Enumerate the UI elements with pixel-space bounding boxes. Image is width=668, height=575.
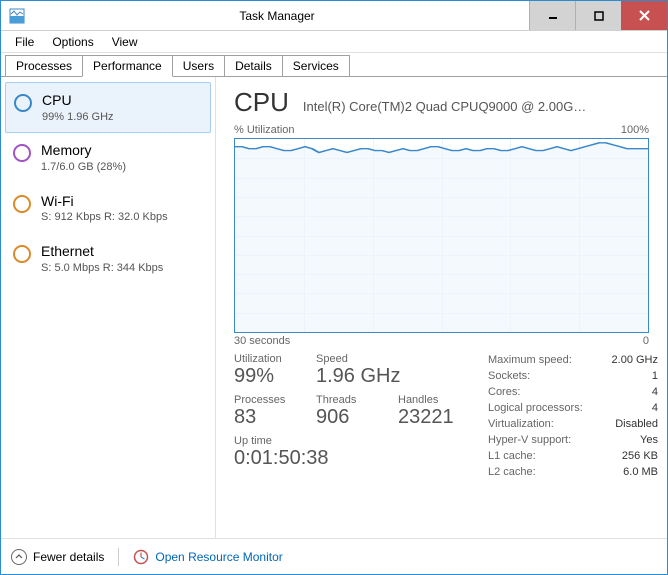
chart-label-top-right: 100% <box>621 124 649 136</box>
minimize-button[interactable] <box>529 1 575 30</box>
sidebar-item-cpu[interactable]: CPU 99% 1.96 GHz <box>5 82 211 133</box>
window-controls <box>529 1 667 30</box>
cpu-details-table: Maximum speed:2.00 GHz Sockets:1 Cores:4… <box>488 353 658 481</box>
perf-sidebar: CPU 99% 1.96 GHz Memory 1.7/6.0 GB (28%)… <box>1 77 216 538</box>
utilization-chart[interactable] <box>234 138 649 333</box>
stat-value-processes: 83 <box>234 406 294 429</box>
chevron-up-icon <box>11 549 27 565</box>
stat-label: Threads <box>316 394 376 406</box>
stat-value-threads: 906 <box>316 406 376 429</box>
stat-label: Speed <box>316 353 400 365</box>
menu-options[interactable]: Options <box>44 33 101 51</box>
resource-monitor-icon <box>133 549 149 565</box>
sidebar-sublabel: 99% 1.96 GHz <box>42 111 114 123</box>
stat-label: Utilization <box>234 353 294 365</box>
tab-services[interactable]: Services <box>282 55 350 76</box>
tab-users[interactable]: Users <box>172 55 225 76</box>
sidebar-sublabel: S: 5.0 Mbps R: 344 Kbps <box>41 262 163 274</box>
maximize-button[interactable] <box>575 1 621 30</box>
ethernet-ring-icon <box>13 245 31 263</box>
chart-label-bottom-left: 30 seconds <box>234 335 290 347</box>
minimize-icon <box>548 11 558 21</box>
app-icon <box>9 8 25 24</box>
tabstrip: Processes Performance Users Details Serv… <box>1 53 667 77</box>
stat-value-uptime: 0:01:50:38 <box>234 447 458 470</box>
memory-ring-icon <box>13 144 31 162</box>
cpu-ring-icon <box>14 94 32 112</box>
sidebar-item-memory[interactable]: Memory 1.7/6.0 GB (28%) <box>1 132 215 183</box>
stat-value-utilization: 99% <box>234 365 294 388</box>
close-icon <box>639 10 650 21</box>
content-area: CPU 99% 1.96 GHz Memory 1.7/6.0 GB (28%)… <box>1 77 667 538</box>
stat-label: Handles <box>398 394 458 406</box>
stat-label: Processes <box>234 394 294 406</box>
sidebar-label: Ethernet <box>41 243 163 260</box>
resource-heading: CPU <box>234 87 289 118</box>
chart-label-bottom-right: 0 <box>643 335 649 347</box>
tab-processes[interactable]: Processes <box>5 55 83 76</box>
close-button[interactable] <box>621 1 667 30</box>
task-manager-window: Task Manager File Options View Processes… <box>0 0 668 575</box>
wifi-ring-icon <box>13 195 31 213</box>
tab-details[interactable]: Details <box>224 55 283 76</box>
open-resource-monitor-link[interactable]: Open Resource Monitor <box>133 549 282 565</box>
stat-value-handles: 23221 <box>398 406 458 429</box>
chart-svg <box>235 139 648 332</box>
menu-file[interactable]: File <box>7 33 42 51</box>
chart-label-top-left: % Utilization <box>234 124 295 136</box>
sidebar-sublabel: 1.7/6.0 GB (28%) <box>41 161 126 173</box>
sidebar-label: CPU <box>42 92 114 109</box>
cpu-model: Intel(R) Core(TM)2 Quad CPUQ9000 @ 2.00G… <box>303 99 649 114</box>
sidebar-sublabel: S: 912 Kbps R: 32.0 Kbps <box>41 211 168 223</box>
maximize-icon <box>594 11 604 21</box>
fewer-details-button[interactable]: Fewer details <box>11 549 104 565</box>
sidebar-label: Wi-Fi <box>41 193 168 210</box>
footer-divider <box>118 548 119 566</box>
tab-performance[interactable]: Performance <box>82 55 173 77</box>
sidebar-item-wifi[interactable]: Wi-Fi S: 912 Kbps R: 32.0 Kbps <box>1 183 215 234</box>
menubar: File Options View <box>1 31 667 53</box>
sidebar-label: Memory <box>41 142 126 159</box>
perf-main: CPU Intel(R) Core(TM)2 Quad CPUQ9000 @ 2… <box>216 77 667 538</box>
stat-value-speed: 1.96 GHz <box>316 365 400 388</box>
titlebar[interactable]: Task Manager <box>1 1 667 31</box>
menu-view[interactable]: View <box>104 33 146 51</box>
footer: Fewer details Open Resource Monitor <box>1 538 667 574</box>
window-title: Task Manager <box>25 9 529 23</box>
stat-label: Up time <box>234 435 458 447</box>
sidebar-item-ethernet[interactable]: Ethernet S: 5.0 Mbps R: 344 Kbps <box>1 233 215 284</box>
